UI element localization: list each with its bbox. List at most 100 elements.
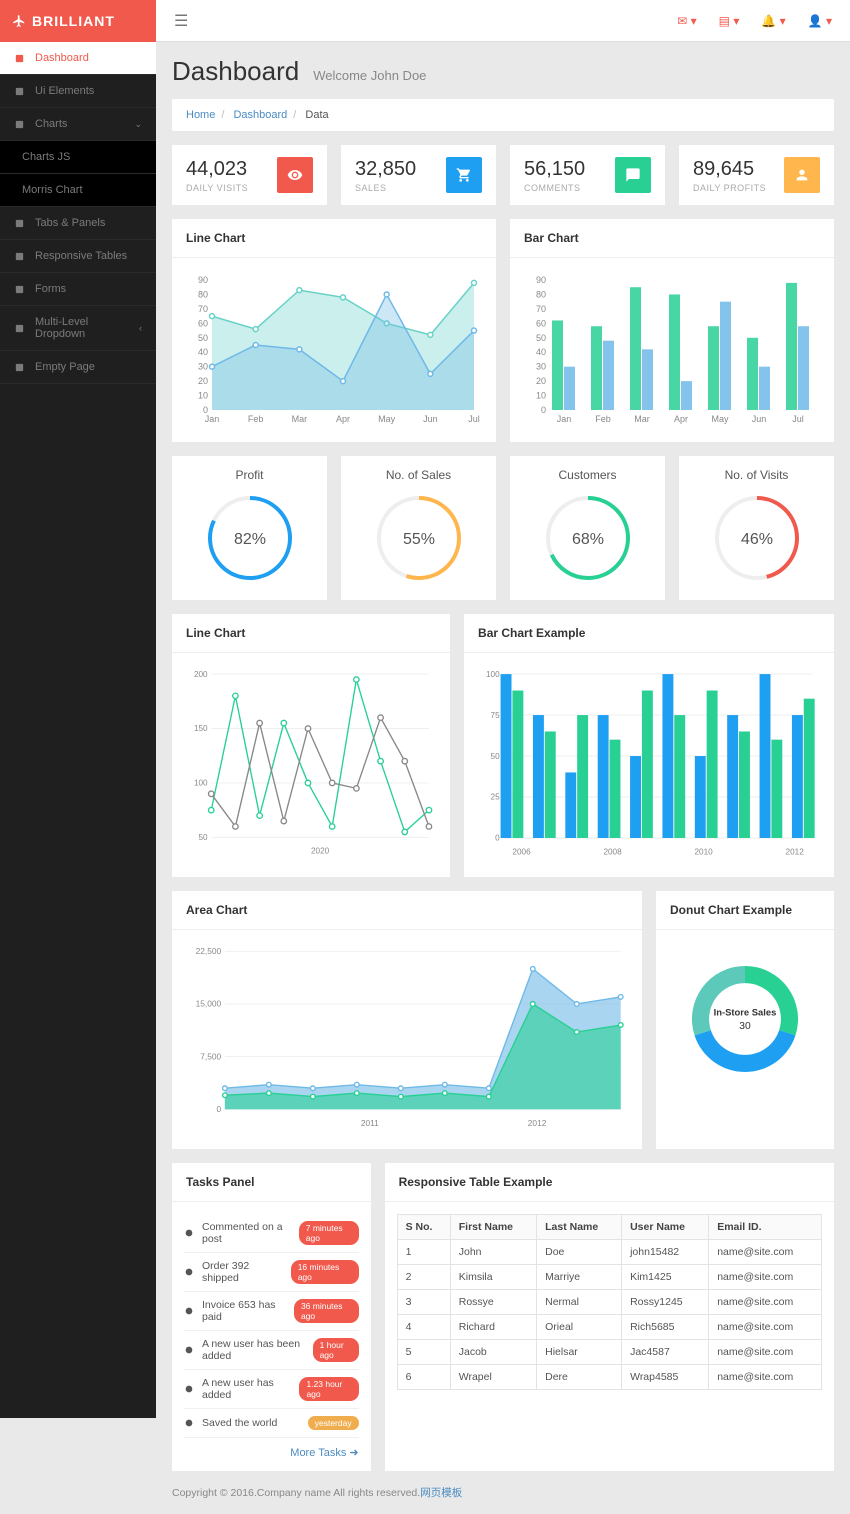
svg-text:Jul: Jul — [792, 414, 804, 424]
sidebar-item-multi-level-dropdown[interactable]: Multi-Level Dropdown‹ — [0, 306, 156, 351]
task-item[interactable]: A new user has been added1 hour ago — [184, 1331, 359, 1370]
area-chart-panel: Area Chart 07,50015,00022,50020112012 — [172, 891, 642, 1149]
footer: Copyright © 2016.Company name All rights… — [172, 1485, 834, 1500]
svg-text:150: 150 — [194, 724, 208, 733]
bar-chart-panel: Bar Chart 0102030405060708090JanFebMarAp… — [510, 219, 834, 442]
more-tasks-link[interactable]: More Tasks ➜ — [290, 1447, 358, 1459]
stat-value: 32,850 — [355, 158, 416, 181]
stat-icon — [615, 157, 651, 193]
svg-text:55%: 55% — [402, 531, 434, 548]
svg-text:75: 75 — [491, 711, 501, 720]
user-icon[interactable]: 👤 ▾ — [808, 14, 832, 28]
svg-text:50: 50 — [198, 333, 208, 343]
stat-label: DAILY VISITS — [186, 183, 248, 193]
breadcrumb-home[interactable]: Home — [186, 109, 215, 121]
svg-text:May: May — [378, 414, 396, 424]
svg-text:70: 70 — [198, 304, 208, 314]
svg-text:In-Store Sales: In-Store Sales — [714, 1007, 777, 1018]
task-item[interactable]: Commented on a post7 minutes ago — [184, 1214, 359, 1253]
svg-text:22,500: 22,500 — [196, 946, 222, 956]
table-row: 5JacobHielsarJac4587name@site.com — [397, 1340, 821, 1365]
sidebar-item-charts-js[interactable]: Charts JS — [0, 141, 156, 174]
stats-row: 44,023DAILY VISITS32,850SALES56,150COMME… — [172, 145, 834, 205]
panel-title: Responsive Table Example — [385, 1163, 834, 1202]
tasks-panel: Tasks Panel Commented on a post7 minutes… — [172, 1163, 371, 1471]
page-title: Dashboard — [172, 56, 299, 87]
breadcrumb-dashboard[interactable]: Dashboard — [233, 109, 287, 121]
gauge-title: Profit — [184, 468, 315, 482]
table-header: Last Name — [537, 1215, 622, 1240]
table-header: S No. — [397, 1215, 450, 1240]
sidebar-item-dashboard[interactable]: Dashboard — [0, 42, 156, 75]
breadcrumb: Home/ Dashboard/ Data — [172, 99, 834, 131]
svg-text:40: 40 — [198, 347, 208, 357]
svg-text:0: 0 — [541, 405, 546, 415]
panel-title: Area Chart — [172, 891, 642, 930]
sidebar-item-morris-chart[interactable]: Morris Chart — [0, 174, 156, 207]
table-row: 4RichardOriealRich5685name@site.com — [397, 1315, 821, 1340]
gauge-title: Customers — [522, 468, 653, 482]
svg-text:50: 50 — [536, 333, 546, 343]
svg-text:Jun: Jun — [423, 414, 438, 424]
svg-text:10: 10 — [536, 391, 546, 401]
svg-text:2011: 2011 — [361, 1118, 379, 1128]
sidebar-item-forms[interactable]: Forms — [0, 273, 156, 306]
stat-icon — [784, 157, 820, 193]
svg-text:60: 60 — [198, 318, 208, 328]
tasks-icon[interactable]: ▤ ▾ — [719, 14, 740, 28]
gauge-customers: Customers 68% — [510, 456, 665, 600]
svg-text:25: 25 — [491, 793, 501, 802]
welcome-text: Welcome John Doe — [313, 68, 426, 83]
task-item[interactable]: Saved the worldyesterday — [184, 1409, 359, 1438]
sidebar-item-empty-page[interactable]: Empty Page — [0, 351, 156, 384]
svg-text:80: 80 — [536, 289, 546, 299]
task-item[interactable]: A new user has added1.23 hour ago — [184, 1370, 359, 1409]
sidebar-item-responsive-tables[interactable]: Responsive Tables — [0, 240, 156, 273]
gauge-no-of-sales: No. of Sales55% — [341, 456, 496, 600]
mail-icon[interactable]: ✉ ▾ — [677, 14, 696, 28]
svg-text:Mar: Mar — [292, 414, 308, 424]
gauge-profit: Profit82% — [172, 456, 327, 600]
task-item[interactable]: Order 392 shipped16 minutes ago — [184, 1253, 359, 1292]
stat-value: 89,645 — [693, 158, 766, 181]
svg-text:60: 60 — [536, 318, 546, 328]
breadcrumb-current: Data — [305, 109, 328, 121]
svg-text:0: 0 — [217, 1104, 222, 1114]
footer-link[interactable]: 网页模板 — [420, 1487, 462, 1499]
table-panel: Responsive Table Example S No.First Name… — [385, 1163, 834, 1471]
svg-text:30: 30 — [739, 1022, 751, 1033]
svg-text:7,500: 7,500 — [200, 1052, 221, 1062]
stat-label: SALES — [355, 183, 416, 193]
sidebar-item-tabs-panels[interactable]: Tabs & Panels — [0, 207, 156, 240]
table-row: 3RossyeNermalRossy1245name@site.com — [397, 1290, 821, 1315]
svg-text:Jan: Jan — [557, 414, 572, 424]
menu-toggle[interactable]: ☰ — [174, 11, 188, 31]
stat-value: 56,150 — [524, 158, 585, 181]
svg-text:2020: 2020 — [311, 847, 330, 856]
topbar: ☰ ✉ ▾ ▤ ▾ 🔔 ▾ 👤 ▾ — [156, 0, 850, 42]
brand-logo[interactable]: BRILLIANT — [0, 0, 156, 42]
svg-text:68%: 68% — [571, 531, 603, 548]
data-table: S No.First NameLast NameUser NameEmail I… — [397, 1214, 822, 1390]
svg-text:200: 200 — [194, 670, 208, 679]
sidebar-item-charts[interactable]: Charts⌄ — [0, 108, 156, 141]
stat-card: 32,850 SALES — [341, 145, 496, 205]
task-item[interactable]: Invoice 653 has paid36 minutes ago — [184, 1292, 359, 1331]
svg-text:100: 100 — [194, 779, 208, 788]
bar-chart-2-panel: Bar Chart Example 0255075100200620082010… — [464, 614, 834, 877]
svg-text:30: 30 — [536, 362, 546, 372]
svg-text:Apr: Apr — [336, 414, 350, 424]
notifications-icon[interactable]: 🔔 ▾ — [761, 14, 785, 28]
svg-text:May: May — [711, 414, 729, 424]
svg-text:2012: 2012 — [528, 1118, 547, 1128]
svg-text:46%: 46% — [740, 531, 772, 548]
svg-text:20: 20 — [198, 376, 208, 386]
gauge-no-of-visits: No. of Visits 46% — [679, 456, 834, 600]
svg-text:2008: 2008 — [603, 847, 622, 856]
gauge-title: No. of Visits — [691, 468, 822, 482]
sidebar-item-ui-elements[interactable]: Ui Elements — [0, 75, 156, 108]
panel-title: Line Chart — [172, 219, 496, 258]
table-row: 2KimsilaMarriyeKim1425name@site.com — [397, 1265, 821, 1290]
stat-label: DAILY PROFITS — [693, 183, 766, 193]
svg-text:2010: 2010 — [695, 847, 714, 856]
